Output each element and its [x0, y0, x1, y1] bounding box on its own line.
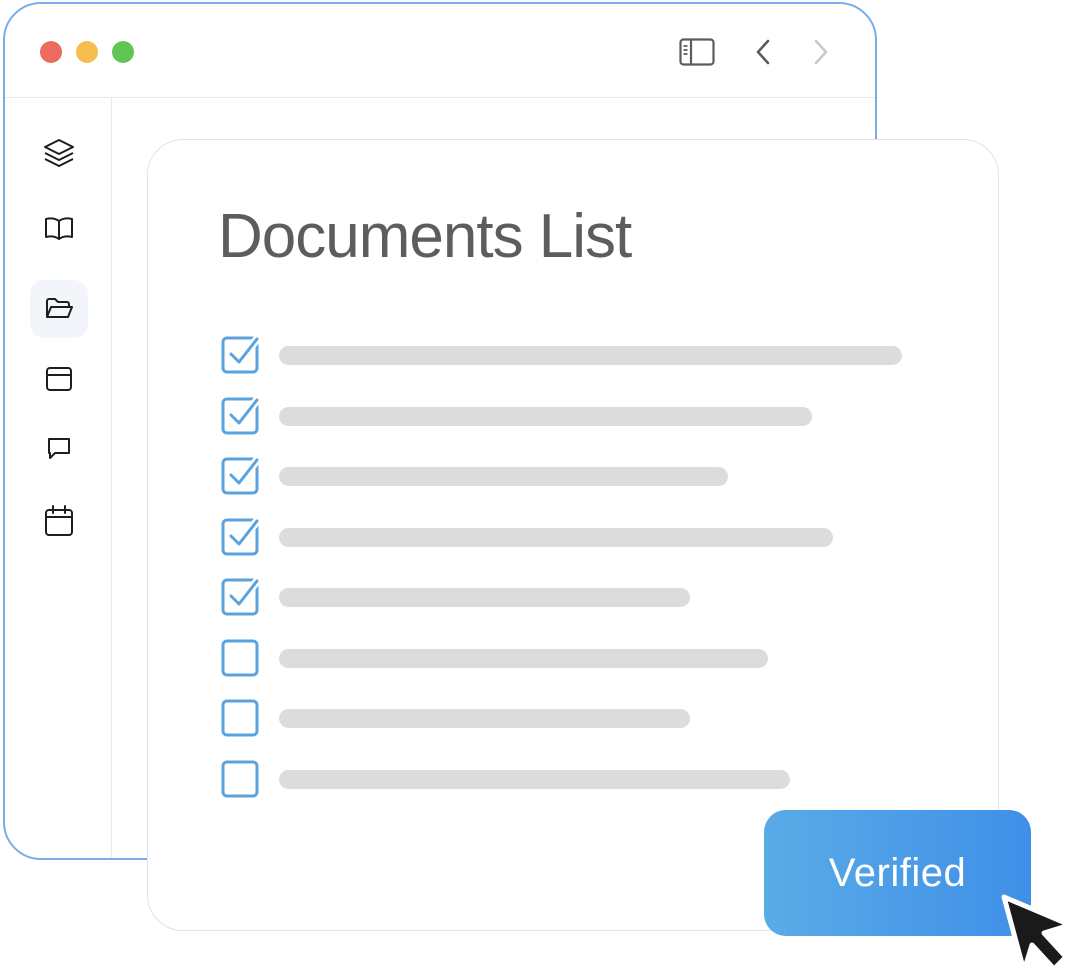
sidebar-item-chat[interactable]: [30, 420, 88, 478]
list-item[interactable]: [221, 638, 921, 678]
back-button[interactable]: [743, 32, 783, 72]
document-placeholder-bar: [279, 527, 833, 547]
document-placeholder-bar: [279, 648, 768, 668]
chevron-left-icon: [756, 39, 770, 65]
document-placeholder-bar: [279, 709, 690, 728]
list-item[interactable]: [221, 335, 921, 375]
folder-open-icon: [46, 298, 73, 318]
list-item[interactable]: [221, 516, 921, 557]
document-placeholder-bar: [279, 769, 790, 789]
checkbox-checked-icon[interactable]: [221, 456, 261, 496]
mouse-cursor-icon: [1001, 894, 1073, 974]
sidebar-item-layers[interactable]: [30, 124, 88, 182]
sidebar-toggle-button[interactable]: [677, 32, 717, 72]
maximize-window-button[interactable]: [112, 41, 134, 63]
list-item[interactable]: [221, 759, 921, 799]
layers-icon: [44, 139, 74, 167]
checkbox-empty-icon[interactable]: [221, 698, 261, 738]
chat-icon: [48, 438, 70, 459]
document-placeholder-bar: [279, 406, 812, 426]
verified-button[interactable]: Verified: [764, 810, 1031, 936]
document-placeholder-bar: [279, 346, 902, 365]
document-placeholder-bar: [279, 467, 728, 486]
sidebar-toggle-icon: [679, 38, 715, 66]
book-icon: [45, 217, 73, 240]
page-title: Documents List: [218, 202, 632, 271]
calendar-icon: [45, 505, 73, 536]
sidebar-item-book[interactable]: [30, 200, 88, 258]
close-window-button[interactable]: [40, 41, 62, 63]
checkbox-checked-icon[interactable]: [221, 577, 261, 617]
checkbox-checked-icon[interactable]: [221, 516, 261, 557]
stage: Documents List Verified: [0, 0, 1080, 978]
checkbox-checked-icon[interactable]: [221, 335, 261, 375]
sidebar-item-folder[interactable]: [30, 280, 88, 338]
checkbox-checked-icon[interactable]: [221, 395, 261, 436]
sidebar: [5, 98, 112, 858]
list-item[interactable]: [221, 456, 921, 496]
list-item[interactable]: [221, 698, 921, 738]
sidebar-item-calendar[interactable]: [30, 492, 88, 550]
checkbox-empty-icon[interactable]: [221, 759, 261, 799]
title-bar: [5, 4, 875, 98]
checkbox-empty-icon[interactable]: [221, 638, 261, 678]
minimize-window-button[interactable]: [76, 41, 98, 63]
list-item[interactable]: [221, 395, 921, 436]
list-item[interactable]: [221, 577, 921, 617]
window-icon: [46, 367, 72, 391]
sidebar-item-window[interactable]: [30, 350, 88, 408]
forward-button[interactable]: [801, 32, 841, 72]
chevron-right-icon: [814, 39, 828, 65]
document-placeholder-bar: [279, 588, 690, 607]
